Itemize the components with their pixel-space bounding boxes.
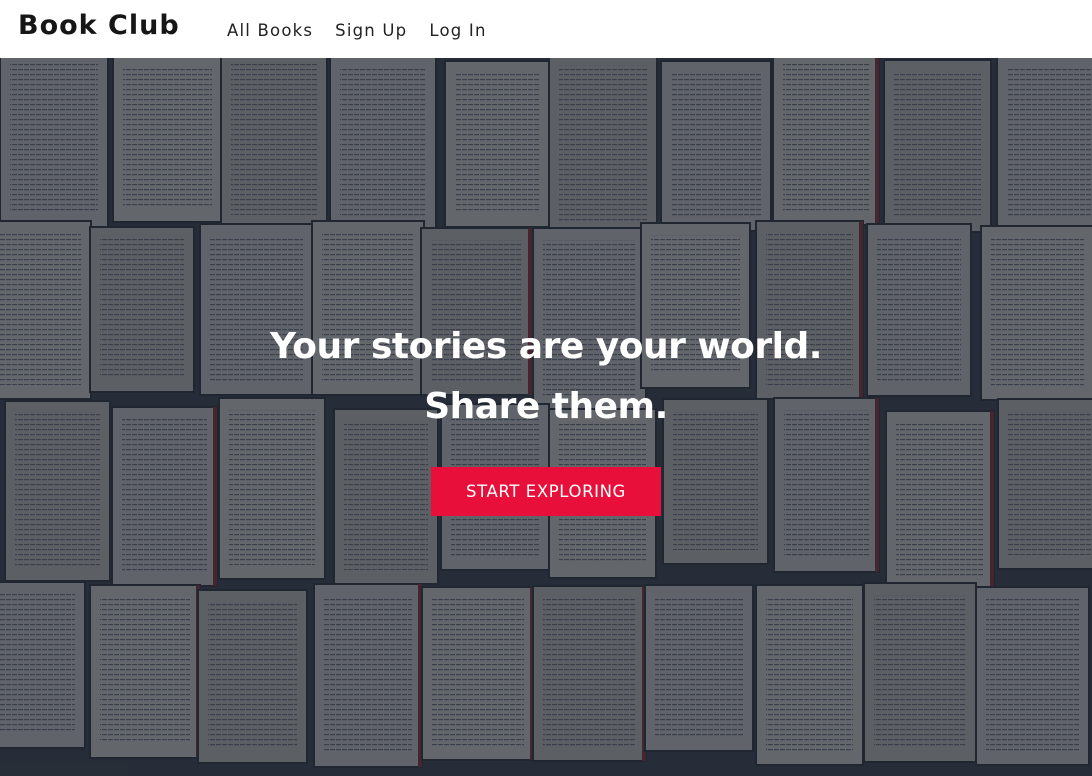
nav-link-sign-up[interactable]: Sign Up <box>335 20 407 42</box>
hero-headline-line2: Share them. <box>424 386 668 427</box>
nav-links: All Books Sign Up Log In <box>227 20 509 42</box>
hero-headline-line1: Your stories are your world. <box>270 326 822 367</box>
nav-link-all-books[interactable]: All Books <box>227 20 313 42</box>
brand-logo[interactable]: Book Club <box>18 10 180 41</box>
navbar: Book Club All Books Sign Up Log In <box>0 0 1092 58</box>
start-exploring-button[interactable]: START EXPLORING <box>431 467 661 516</box>
nav-link-log-in[interactable]: Log In <box>429 20 486 42</box>
hero-section: Your stories are your world. Share them.… <box>0 58 1092 776</box>
